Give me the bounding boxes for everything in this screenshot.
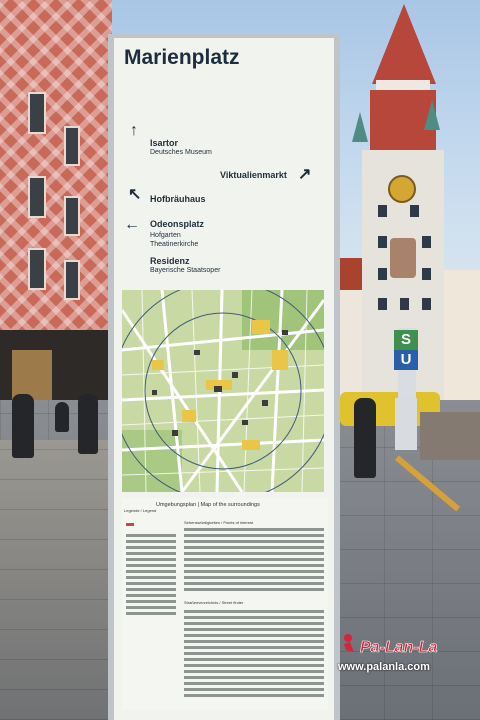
building-window [28, 176, 46, 218]
tower-window [422, 268, 431, 280]
pedestrian [12, 394, 34, 458]
building [338, 290, 362, 400]
pedestrian [354, 398, 376, 478]
tower-window [422, 236, 431, 248]
direction-main: Isartor [150, 138, 179, 148]
kiosk [395, 398, 417, 450]
direction-sub: Deutsches Museum [150, 149, 212, 156]
arrow-up-left-icon: ↖ [128, 186, 142, 203]
tower-window [378, 268, 387, 280]
poi-header: Sehenswürdigkeiten / Points of interest [184, 520, 254, 525]
direction-main: Viktualienmarkt [220, 170, 287, 180]
arrow-up-icon: ↑ [130, 122, 138, 139]
direction-sub: Bayerische Staatsoper [150, 267, 221, 274]
direction-sub: Hofgarten Theatinerkirche [150, 232, 199, 248]
tower-turret [424, 100, 440, 130]
poi-list [184, 528, 324, 594]
tower-window [400, 298, 409, 310]
tower-window [378, 298, 387, 310]
building-window [28, 248, 46, 290]
tower-turret [352, 112, 368, 142]
u-bahn-sign: U [394, 350, 418, 370]
low-wall [420, 412, 480, 460]
street-finder-header: Straßenverzeichnis / Street finder [184, 600, 244, 605]
street-list [184, 610, 324, 700]
clock-icon [388, 175, 416, 203]
sign-title: Marienplatz [124, 46, 240, 69]
map-header: Umgebungsplan | Map of the surroundings [156, 502, 260, 508]
map-graphic [122, 290, 324, 492]
watermark-url: www.palanla.com [338, 661, 430, 673]
legend-items [126, 516, 176, 618]
building-window [64, 260, 80, 300]
building-window [64, 196, 80, 236]
paved-plaza-left [0, 440, 112, 720]
s-bahn-sign: S [394, 330, 418, 350]
area-map [122, 290, 324, 492]
direction-main: Odeonsplatz [150, 219, 205, 229]
pedestrian [55, 402, 69, 432]
watermark-logo-text: Pa-Lan-La [360, 639, 437, 656]
direction-main: Hofbräuhaus [150, 194, 206, 204]
tower-window [378, 236, 387, 248]
building-window [28, 92, 46, 134]
arrow-up-right-icon: ↗ [298, 166, 312, 183]
legend-title: Legende / Legend [124, 508, 157, 513]
arrow-left-icon: ← [124, 216, 140, 233]
building-window [64, 126, 80, 166]
coat-of-arms [390, 238, 416, 278]
direction-main: Residenz [150, 256, 190, 266]
tower-window [410, 205, 419, 217]
watermark-logo: Pa-Lan-La [340, 630, 450, 660]
tower-window [422, 298, 431, 310]
tower-window [378, 205, 387, 217]
pedestrian [78, 394, 98, 454]
tower-spire [372, 4, 436, 84]
building-right [444, 270, 480, 410]
